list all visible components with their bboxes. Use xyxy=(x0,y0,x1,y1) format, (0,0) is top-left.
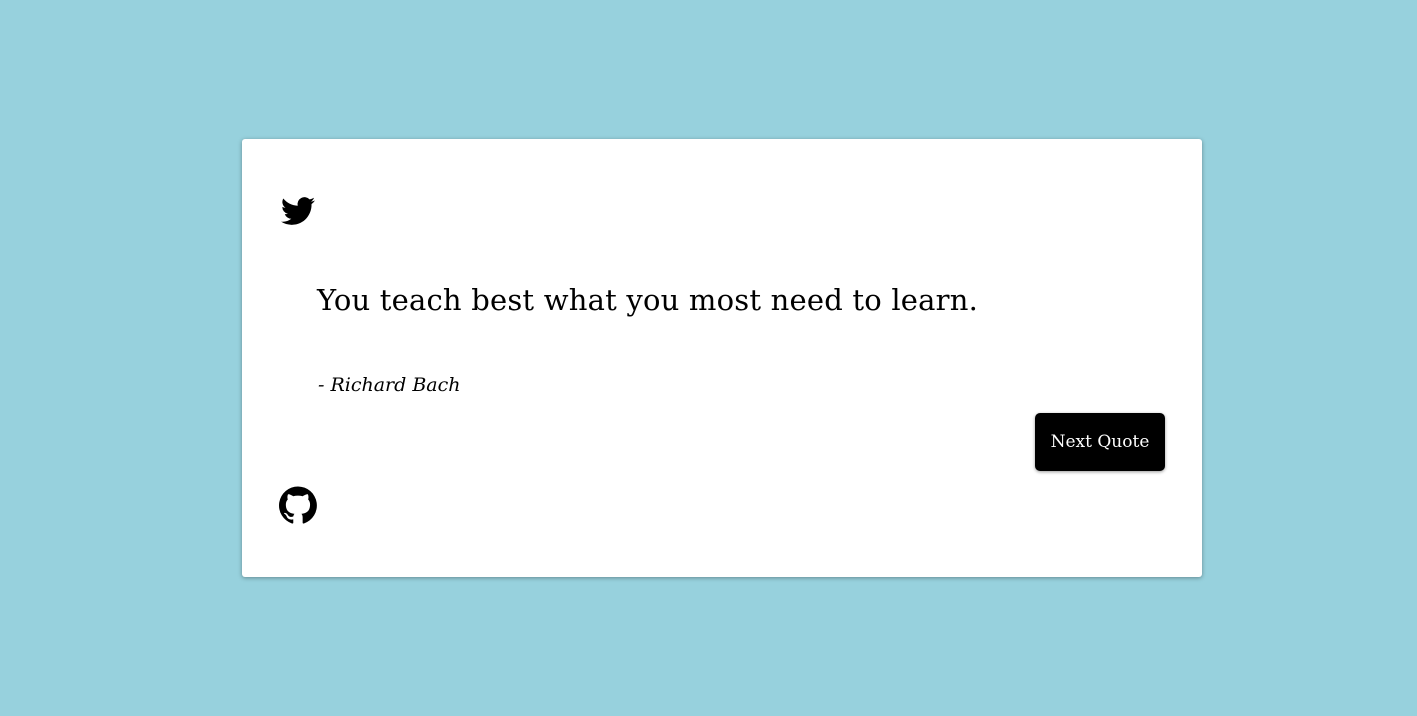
twitter-icon xyxy=(279,194,317,228)
next-quote-button[interactable]: Next Quote xyxy=(1035,413,1165,471)
quote-box: You teach best what you most need to lea… xyxy=(242,139,1202,577)
github-icon xyxy=(279,486,317,524)
github-link[interactable] xyxy=(279,486,317,524)
tweet-quote-link[interactable] xyxy=(279,194,317,228)
quote-text: You teach best what you most need to lea… xyxy=(317,283,979,317)
quote-author: - Richard Bach xyxy=(318,374,461,396)
